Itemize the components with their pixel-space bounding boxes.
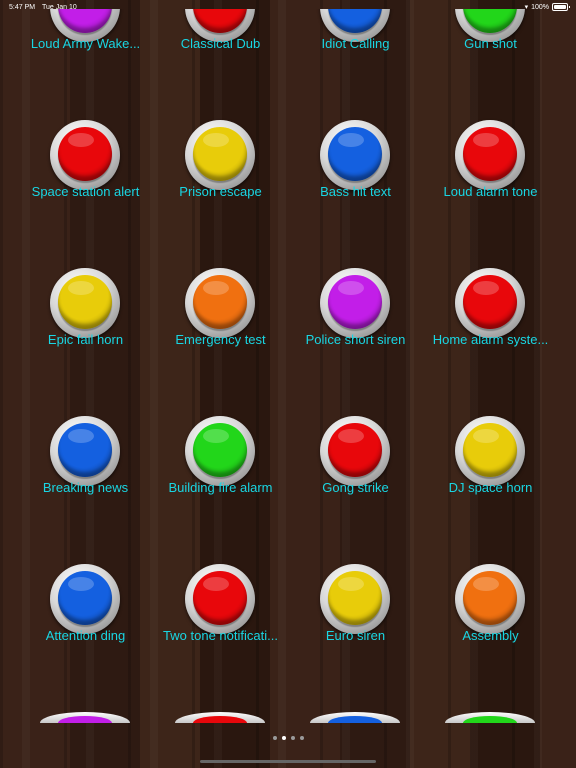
- wifi-icon: ▾: [524, 4, 529, 11]
- sound-button[interactable]: [320, 564, 390, 634]
- sound-button[interactable]: [320, 416, 390, 486]
- sound-item[interactable]: Breaking news: [18, 416, 153, 496]
- sound-label: Emergency test: [175, 332, 266, 347]
- button-cap: [328, 127, 382, 181]
- sound-label: Breaking news: [42, 480, 129, 495]
- button-cap: [463, 716, 517, 723]
- sound-button[interactable]: [50, 416, 120, 486]
- sound-label: Two tone notificati...: [163, 628, 278, 643]
- sound-item[interactable]: DJ space horn: [423, 416, 558, 496]
- sound-item[interactable]: Gong strike: [288, 416, 423, 496]
- button-cap: [463, 127, 517, 181]
- page-dot[interactable]: [290, 736, 295, 740]
- button-cap: [58, 275, 112, 329]
- sound-button[interactable]: [455, 120, 525, 190]
- sound-label: Classical Dub: [180, 36, 261, 51]
- sound-item[interactable]: Home alarm syste...: [423, 268, 558, 348]
- sound-button[interactable]: [320, 268, 390, 338]
- button-cap: [193, 275, 247, 329]
- page-dot[interactable]: [299, 736, 304, 740]
- button-cap: [193, 127, 247, 181]
- sound-button[interactable]: [455, 564, 525, 634]
- sound-label: Space station alert: [31, 184, 140, 199]
- sound-label: DJ space horn: [448, 480, 533, 495]
- button-cap: [328, 275, 382, 329]
- sound-item[interactable]: Idiot Calling: [288, 9, 423, 52]
- sound-label: Prison escape: [179, 184, 262, 199]
- sound-label: Assembly: [462, 628, 519, 643]
- button-cap: [193, 571, 247, 625]
- sound-button[interactable]: [185, 564, 255, 634]
- page-dot[interactable]: [272, 736, 277, 740]
- sound-item[interactable]: Loud alarm tone: [423, 120, 558, 200]
- sound-item[interactable]: Euro siren: [288, 564, 423, 644]
- sound-item[interactable]: [288, 712, 423, 723]
- sound-label: Loud Army Wake...: [30, 36, 141, 51]
- button-cap: [58, 716, 112, 723]
- sound-button[interactable]: [185, 416, 255, 486]
- button-cap: [193, 423, 247, 477]
- sound-item[interactable]: Gun shot: [423, 9, 558, 52]
- sound-item[interactable]: Prison escape: [153, 120, 288, 200]
- sound-button[interactable]: [185, 268, 255, 338]
- battery-icon: [552, 3, 570, 11]
- status-date: Tue Jan 10: [42, 4, 77, 11]
- page-indicator[interactable]: [0, 736, 576, 740]
- button-cap: [463, 571, 517, 625]
- sound-item[interactable]: Attention ding: [18, 564, 153, 644]
- sound-label: Epic fail horn: [47, 332, 124, 347]
- sound-label: Bass hit text: [320, 184, 391, 199]
- status-time: 5:47 PM: [9, 4, 36, 11]
- sound-label: Idiot Calling: [321, 36, 390, 51]
- sound-button[interactable]: [50, 268, 120, 338]
- button-cap: [193, 716, 247, 723]
- status-bar: 5:47 PM Tue Jan 10 ▾ 100%: [0, 0, 576, 14]
- sound-button[interactable]: [175, 712, 265, 723]
- sound-label: Euro siren: [325, 628, 386, 643]
- button-cap: [328, 423, 382, 477]
- sound-item[interactable]: Assembly: [423, 564, 558, 644]
- sound-button[interactable]: [50, 120, 120, 190]
- sound-item[interactable]: Building fire alarm: [153, 416, 288, 496]
- sound-label: Home alarm syste...: [432, 332, 549, 347]
- sound-item[interactable]: Bass hit text: [288, 120, 423, 200]
- button-cap: [58, 571, 112, 625]
- button-cap: [328, 716, 382, 723]
- button-cap: [58, 423, 112, 477]
- sound-item[interactable]: Police short siren: [288, 268, 423, 348]
- sound-button[interactable]: [50, 564, 120, 634]
- sound-item[interactable]: [18, 712, 153, 723]
- sound-item[interactable]: Emergency test: [153, 268, 288, 348]
- sound-label: Gong strike: [322, 480, 389, 495]
- sound-button[interactable]: [40, 712, 130, 723]
- home-indicator[interactable]: [200, 760, 376, 763]
- sound-label: Loud alarm tone: [443, 184, 538, 199]
- sound-button[interactable]: [185, 120, 255, 190]
- sound-button[interactable]: [320, 120, 390, 190]
- page-dot[interactable]: [281, 736, 286, 740]
- sound-label: Police short siren: [305, 332, 406, 347]
- sound-label: Attention ding: [45, 628, 126, 643]
- button-cap: [463, 275, 517, 329]
- button-cap: [328, 571, 382, 625]
- sound-button[interactable]: [455, 268, 525, 338]
- sound-item[interactable]: [423, 712, 558, 723]
- sound-item[interactable]: Space station alert: [18, 120, 153, 200]
- sound-label: Gun shot: [464, 36, 517, 51]
- sound-item[interactable]: [153, 712, 288, 723]
- sound-item[interactable]: Two tone notificati...: [153, 564, 288, 644]
- button-cap: [463, 423, 517, 477]
- battery-percent: 100%: [531, 3, 549, 11]
- sound-label: Building fire alarm: [168, 480, 273, 495]
- sound-item[interactable]: Epic fail horn: [18, 268, 153, 348]
- sound-button[interactable]: [310, 712, 400, 723]
- sound-button[interactable]: [455, 416, 525, 486]
- sound-item[interactable]: Loud Army Wake...: [18, 9, 153, 52]
- sound-button[interactable]: [445, 712, 535, 723]
- sound-grid-scroll[interactable]: Loud Army Wake... Classical Dub Idiot Call…: [0, 9, 576, 723]
- button-cap: [58, 127, 112, 181]
- sound-item[interactable]: Classical Dub: [153, 9, 288, 52]
